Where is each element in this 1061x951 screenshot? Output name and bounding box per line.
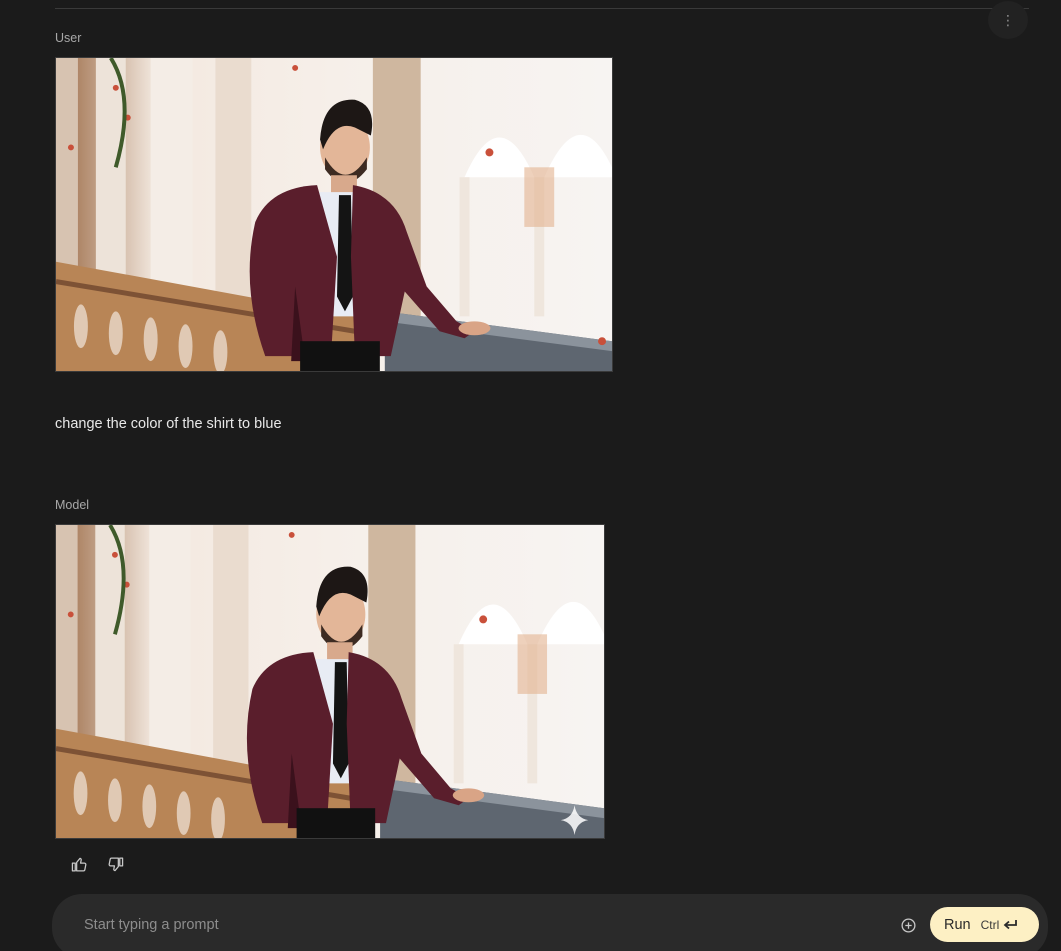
more-vert-icon: ⋮ xyxy=(1001,12,1015,28)
run-shortcut-label: Ctrl xyxy=(980,917,1000,932)
user-uploaded-image[interactable] xyxy=(55,57,613,372)
add-circle-icon xyxy=(900,917,916,933)
thumb-up-icon xyxy=(71,857,86,872)
model-generated-image[interactable] xyxy=(55,524,605,839)
model-role-label: Model xyxy=(55,498,90,512)
photo-illustration xyxy=(56,525,604,838)
top-divider xyxy=(55,8,1029,9)
run-button[interactable]: Run Ctrl xyxy=(930,907,1039,942)
more-options-button[interactable]: ⋮ xyxy=(988,1,1028,39)
user-prompt-text: change the color of the shirt to blue xyxy=(55,416,282,432)
photo-illustration xyxy=(56,58,612,371)
run-label: Run xyxy=(944,916,971,933)
prompt-input[interactable] xyxy=(84,912,884,938)
add-media-button[interactable] xyxy=(898,915,918,935)
thumb-down-button[interactable] xyxy=(104,853,126,875)
thumb-down-icon xyxy=(108,856,123,871)
thumb-up-button[interactable] xyxy=(68,853,90,875)
chat-page: ⋮ User change the color of the shirt to … xyxy=(0,0,1061,951)
user-role-label: User xyxy=(55,31,82,45)
enter-icon xyxy=(1002,918,1018,932)
prompt-composer: Run Ctrl xyxy=(52,894,1048,951)
